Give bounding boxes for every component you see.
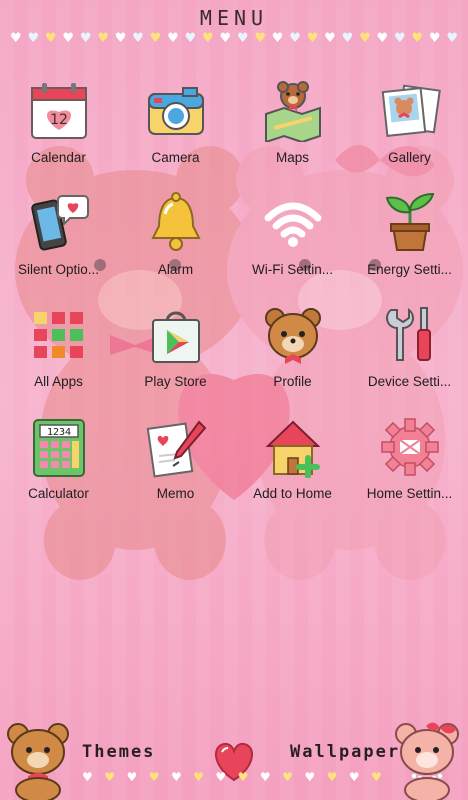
dock: Themes Wallpapers ♥ ♥ ♥ ♥ ♥ ♥ ♥ ♥ ♥ ♥ ♥ ♥ ♥ ♥ bbox=[0, 712, 468, 800]
app-add-to-home[interactable]: Add to Home bbox=[234, 414, 351, 526]
calculator-icon: 1234 bbox=[26, 414, 92, 480]
app-label: Energy Setti... bbox=[367, 262, 452, 277]
hearts-decoration: ♥ ♥ ♥ ♥ ♥ ♥ ♥ ♥ ♥ ♥ ♥ ♥ ♥ ♥ bbox=[82, 770, 382, 784]
app-device-settings[interactable]: Device Setti... bbox=[351, 302, 468, 414]
app-maps[interactable]: Maps bbox=[234, 78, 351, 190]
memo-pencil-icon bbox=[143, 414, 209, 480]
svg-text:1234: 1234 bbox=[46, 427, 70, 438]
header: MENU ♥ ♥ ♥ ♥ ♥ ♥ ♥ ♥ ♥ ♥ ♥ ♥ ♥ ♥ ♥ ♥ ♥ ♥ ♥ ♥ ♥ ♥ ♥ ♥ ♥ ♥ bbox=[0, 0, 468, 50]
app-label: Silent Optio... bbox=[17, 262, 100, 277]
app-calculator[interactable]: 1234 Calculator bbox=[0, 414, 117, 526]
app-silent-options[interactable]: Silent Optio... bbox=[0, 190, 117, 302]
app-label: Device Setti... bbox=[367, 374, 452, 389]
pink-bear-mascot-icon bbox=[395, 722, 459, 800]
bear-face-icon bbox=[260, 302, 326, 368]
app-home-settings[interactable]: Home Settin... bbox=[351, 414, 468, 526]
app-label: Add to Home bbox=[253, 486, 332, 501]
app-label: Camera bbox=[151, 150, 200, 165]
app-label: Profile bbox=[273, 374, 312, 389]
app-label: Alarm bbox=[157, 262, 194, 277]
app-play-store[interactable]: Play Store bbox=[117, 302, 234, 414]
app-label: All Apps bbox=[34, 374, 83, 389]
wrench-screwdriver-icon bbox=[377, 302, 443, 368]
app-wifi-settings[interactable]: Wi-Fi Settin... bbox=[234, 190, 351, 302]
app-profile[interactable]: Profile bbox=[234, 302, 351, 414]
app-label: Memo bbox=[156, 486, 195, 501]
svg-text:12: 12 bbox=[50, 112, 68, 128]
bear-mascot-icon bbox=[7, 723, 69, 800]
app-label: Gallery bbox=[388, 150, 431, 165]
app-label: Play Store bbox=[144, 374, 207, 389]
app-label: Home Settin... bbox=[366, 486, 453, 501]
app-all-apps[interactable]: All Apps bbox=[0, 302, 117, 414]
maps-icon bbox=[260, 78, 326, 144]
play-store-bag-icon bbox=[143, 302, 209, 368]
app-label: Calendar bbox=[31, 150, 86, 165]
gear-icon bbox=[377, 414, 443, 480]
app-label: Calculator bbox=[28, 486, 89, 501]
gallery-icon bbox=[377, 78, 443, 144]
calendar-icon: 12 bbox=[26, 78, 92, 144]
silent-phone-icon bbox=[26, 190, 92, 256]
app-label: Maps bbox=[275, 150, 309, 165]
app-memo[interactable]: Memo bbox=[117, 414, 234, 526]
app-camera[interactable]: Camera bbox=[117, 78, 234, 190]
plant-icon bbox=[377, 190, 443, 256]
app-grid: 12 Calendar Camera Maps Gallery Silent O… bbox=[0, 78, 468, 526]
wifi-icon bbox=[260, 190, 326, 256]
house-plus-icon bbox=[260, 414, 326, 480]
app-energy-settings[interactable]: Energy Setti... bbox=[351, 190, 468, 302]
app-alarm[interactable]: Alarm bbox=[117, 190, 234, 302]
grid-icon bbox=[26, 302, 92, 368]
camera-icon bbox=[143, 78, 209, 144]
themes-button[interactable]: Themes bbox=[82, 742, 155, 762]
hearts-decoration: ♥ ♥ ♥ ♥ ♥ ♥ ♥ ♥ ♥ ♥ ♥ ♥ ♥ ♥ ♥ ♥ ♥ ♥ ♥ ♥ ♥ ♥ ♥ ♥ ♥ ♥ bbox=[10, 30, 458, 46]
page-title: MENU bbox=[199, 6, 269, 30]
app-gallery[interactable]: Gallery bbox=[351, 78, 468, 190]
app-label: Wi-Fi Settin... bbox=[251, 262, 333, 277]
bell-icon bbox=[143, 190, 209, 256]
app-calendar[interactable]: 12 Calendar bbox=[0, 78, 117, 190]
